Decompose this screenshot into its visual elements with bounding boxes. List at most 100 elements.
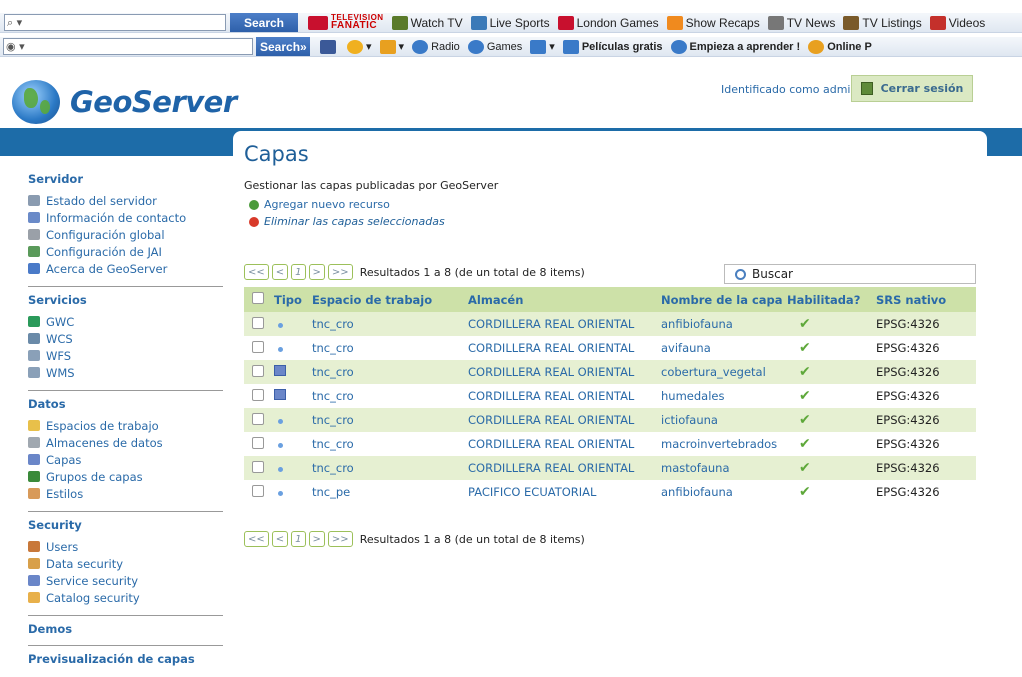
- row-checkbox[interactable]: [252, 388, 264, 401]
- layer-name-link[interactable]: humedales: [661, 384, 787, 408]
- store-link[interactable]: CORDILLERA REAL ORIENTAL: [468, 384, 661, 408]
- workspace-link[interactable]: tnc_cro: [312, 360, 468, 384]
- row-checkbox[interactable]: [252, 436, 264, 449]
- toolbar1-link[interactable]: TV Listings: [843, 15, 922, 30]
- header-enabled[interactable]: Habilitada?: [787, 287, 876, 312]
- workspace-link[interactable]: tnc_pe: [312, 480, 468, 504]
- layer-name-link[interactable]: anfibiofauna: [661, 480, 787, 504]
- row-checkbox[interactable]: [252, 340, 264, 353]
- toolbar2-link[interactable]: ▾: [530, 39, 555, 54]
- sidebar-item[interactable]: Configuración de JAI: [28, 243, 228, 260]
- toolbar1-link[interactable]: London Games: [557, 15, 659, 30]
- sidebar-section-title[interactable]: Servidor: [28, 172, 228, 186]
- toolbar2-search-input[interactable]: ◉ ▾: [3, 38, 253, 55]
- television-fanatic-logo[interactable]: TELEVISION FANATIC: [308, 14, 384, 31]
- toolbar1-link[interactable]: Videos: [929, 15, 985, 30]
- sidebar-section-title[interactable]: Security: [28, 518, 228, 532]
- toolbar1-search-input[interactable]: ⌕ ▾: [4, 14, 226, 31]
- layer-name-link[interactable]: cobertura_vegetal: [661, 360, 787, 384]
- header-workspace[interactable]: Espacio de trabajo: [312, 287, 468, 312]
- pager-next-button[interactable]: >: [308, 531, 325, 547]
- layer-name-link[interactable]: ictiofauna: [661, 408, 787, 432]
- layer-name-link[interactable]: avifauna: [661, 336, 787, 360]
- add-resource-link[interactable]: Agregar nuevo recurso: [249, 198, 390, 211]
- pager-next-button[interactable]: >: [308, 264, 325, 280]
- workspace-link[interactable]: tnc_cro: [312, 456, 468, 480]
- row-checkbox[interactable]: [252, 316, 264, 329]
- sidebar-item[interactable]: Espacios de trabajo: [28, 417, 228, 434]
- workspace-link[interactable]: tnc_cro: [312, 336, 468, 360]
- sidebar-item[interactable]: Service security: [28, 572, 228, 589]
- workspace-link[interactable]: tnc_cro: [312, 312, 468, 336]
- sidebar-item[interactable]: Estado del servidor: [28, 192, 228, 209]
- row-checkbox[interactable]: [252, 460, 264, 473]
- search-dropdown-icon[interactable]: ◉ ▾: [6, 40, 25, 53]
- layer-name-link[interactable]: anfibiofauna: [661, 312, 787, 336]
- store-link[interactable]: PACIFICO ECUATORIAL: [468, 480, 661, 504]
- toolbar2-link[interactable]: Radio: [412, 39, 460, 54]
- geoserver-logo[interactable]: GeoServer: [12, 80, 237, 124]
- sidebar-item[interactable]: Almacenes de datos: [28, 434, 228, 451]
- toolbar2-link[interactable]: ▾: [379, 39, 404, 54]
- row-checkbox[interactable]: [252, 412, 264, 425]
- sidebar-item[interactable]: Grupos de capas: [28, 468, 228, 485]
- toolbar2-link[interactable]: Empieza a aprender !: [670, 39, 800, 54]
- search-dropdown-icon[interactable]: ⌕ ▾: [7, 16, 22, 30]
- toolbar1-search-button[interactable]: Search: [230, 13, 298, 32]
- sidebar-item[interactable]: WCS: [28, 330, 228, 347]
- sidebar-section-title[interactable]: Previsualización de capas: [28, 652, 228, 666]
- workspace-link[interactable]: tnc_cro: [312, 432, 468, 456]
- toolbar2-link[interactable]: [320, 39, 339, 54]
- toolbar2-search-button[interactable]: Search»: [256, 37, 310, 56]
- sidebar-item[interactable]: Configuración global: [28, 226, 228, 243]
- pager-prev-button[interactable]: <: [271, 264, 289, 280]
- pager-last-button[interactable]: >>: [327, 531, 353, 547]
- sidebar-item[interactable]: Users: [28, 538, 228, 555]
- workspace-link[interactable]: tnc_cro: [312, 408, 468, 432]
- header-store[interactable]: Almacén: [468, 287, 661, 312]
- row-checkbox[interactable]: [252, 484, 264, 497]
- pager-prev-button[interactable]: <: [271, 531, 289, 547]
- toolbar1-link[interactable]: Live Sports: [470, 15, 550, 30]
- pager-last-button[interactable]: >>: [327, 264, 353, 280]
- pager-first-button[interactable]: <<: [244, 531, 269, 547]
- store-link[interactable]: CORDILLERA REAL ORIENTAL: [468, 432, 661, 456]
- logout-button[interactable]: Cerrar sesión: [851, 75, 973, 102]
- layer-name-link[interactable]: mastofauna: [661, 456, 787, 480]
- toolbar2-link[interactable]: Online P: [808, 39, 872, 54]
- header-tipo[interactable]: Tipo: [274, 287, 312, 312]
- sidebar-item[interactable]: Información de contacto: [28, 209, 228, 226]
- remove-layers-link[interactable]: Eliminar las capas seleccionadas: [249, 215, 445, 228]
- pager-page-button[interactable]: 1: [291, 531, 306, 547]
- sidebar-item[interactable]: Data security: [28, 555, 228, 572]
- workspace-link[interactable]: tnc_cro: [312, 384, 468, 408]
- sidebar-item[interactable]: Estilos: [28, 485, 228, 502]
- sidebar-item[interactable]: Acerca de GeoServer: [28, 260, 228, 277]
- sidebar-item[interactable]: Capas: [28, 451, 228, 468]
- store-link[interactable]: CORDILLERA REAL ORIENTAL: [468, 360, 661, 384]
- row-checkbox[interactable]: [252, 364, 264, 377]
- select-all-checkbox[interactable]: [252, 292, 264, 304]
- sidebar-section-title[interactable]: Datos: [28, 397, 228, 411]
- toolbar2-link[interactable]: ▾: [347, 39, 372, 54]
- sidebar-section-title[interactable]: Demos: [28, 622, 228, 636]
- toolbar1-link[interactable]: Watch TV: [391, 15, 463, 30]
- layer-name-link[interactable]: macroinvertebrados: [661, 432, 787, 456]
- sidebar-item[interactable]: GWC: [28, 313, 228, 330]
- pager-first-button[interactable]: <<: [244, 264, 269, 280]
- store-link[interactable]: CORDILLERA REAL ORIENTAL: [468, 312, 661, 336]
- sidebar-item[interactable]: Catalog security: [28, 589, 228, 606]
- store-link[interactable]: CORDILLERA REAL ORIENTAL: [468, 456, 661, 480]
- toolbar1-link[interactable]: Show Recaps: [666, 15, 760, 30]
- sidebar-section-title[interactable]: Servicios: [28, 293, 228, 307]
- toolbar2-link[interactable]: Películas gratis: [562, 39, 663, 54]
- store-link[interactable]: CORDILLERA REAL ORIENTAL: [468, 336, 661, 360]
- header-layer-name[interactable]: Nombre de la capa: [661, 287, 787, 312]
- pager-page-button[interactable]: 1: [291, 264, 306, 280]
- search-input[interactable]: Buscar: [724, 264, 976, 284]
- header-srs[interactable]: SRS nativo: [876, 287, 976, 312]
- toolbar2-link[interactable]: Games: [467, 39, 522, 54]
- sidebar-item[interactable]: WMS: [28, 364, 228, 381]
- toolbar1-link[interactable]: TV News: [767, 15, 835, 30]
- store-link[interactable]: CORDILLERA REAL ORIENTAL: [468, 408, 661, 432]
